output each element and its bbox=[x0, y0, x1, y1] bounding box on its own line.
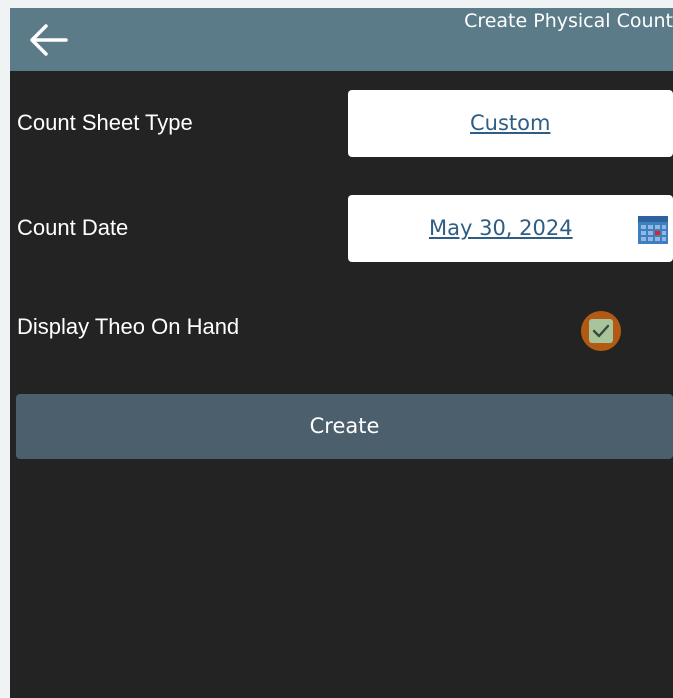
header-bar: Create Physical Count bbox=[10, 8, 673, 71]
calendar-icon[interactable] bbox=[638, 216, 668, 244]
page-title: Create Physical Count bbox=[464, 10, 673, 32]
arrow-left-icon bbox=[30, 24, 68, 56]
count-sheet-type-label: Count Sheet Type bbox=[17, 110, 193, 135]
display-theo-label: Display Theo On Hand bbox=[17, 314, 240, 339]
create-button-label: Create bbox=[309, 414, 380, 438]
create-button[interactable]: Create bbox=[16, 394, 673, 459]
checkbox-box bbox=[589, 319, 613, 343]
count-sheet-type-value[interactable]: Custom bbox=[470, 111, 550, 135]
count-date-field[interactable]: May 30, 2024 bbox=[348, 195, 673, 262]
checkmark-icon bbox=[592, 324, 610, 338]
count-sheet-type-field[interactable]: Custom bbox=[348, 90, 673, 157]
back-button[interactable] bbox=[26, 20, 72, 60]
display-theo-checkbox[interactable] bbox=[581, 311, 621, 351]
app-window: Create Physical Count Count Sheet Type C… bbox=[10, 8, 673, 698]
count-date-value[interactable]: May 30, 2024 bbox=[429, 216, 573, 240]
count-date-label: Count Date bbox=[17, 215, 129, 240]
